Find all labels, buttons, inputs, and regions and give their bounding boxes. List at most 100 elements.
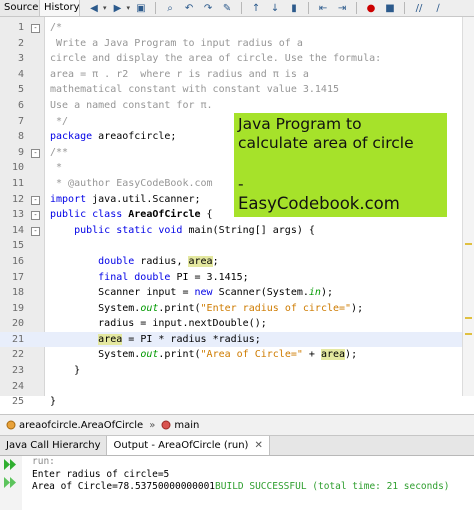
line-number: 17 — [11, 271, 24, 283]
code-token: */ — [50, 115, 69, 127]
code-line[interactable]: 19 System.out.print("Enter radius of cir… — [0, 301, 474, 317]
line-number: 7 — [17, 115, 24, 127]
code-line[interactable]: 5 mathematical constant with constant val… — [0, 82, 474, 98]
code-token: /** — [50, 146, 69, 158]
keyword-token: public class — [50, 209, 123, 221]
code-line[interactable]: 23 } — [0, 363, 474, 379]
breadcrumb-separator: » — [149, 419, 156, 431]
code-token: radius = input.nextDouble(); — [50, 318, 267, 330]
code-line[interactable]: 22 System.out.print("Area of Circle=" + … — [0, 347, 474, 363]
output-console[interactable]: run: Enter radius of circle=5 Area of Ci… — [22, 456, 474, 510]
fold-toggle-icon[interactable]: - — [31, 226, 40, 236]
code-token: .print( — [158, 349, 201, 361]
code-line[interactable]: 16 double radius, area; — [0, 254, 474, 270]
code-text: * — [50, 160, 62, 176]
toolbar-separator — [404, 2, 406, 14]
code-token: = PI * radius *radius; — [122, 333, 261, 345]
find-selection-icon[interactable]: ⌕ — [162, 1, 178, 16]
go-back-icon[interactable]: ◀ — [86, 1, 102, 16]
stop-macro-icon[interactable]: ■ — [382, 1, 398, 16]
code-line[interactable]: 25} — [0, 394, 474, 410]
output-line: Enter radius of circle=5 — [32, 468, 170, 480]
string-token: "Enter radius of circle=" — [200, 302, 352, 314]
line-number: 14 — [11, 224, 24, 236]
code-line[interactable]: 2 Write a Java Program to input radius o… — [0, 36, 474, 52]
code-line[interactable]: 1- /* — [0, 20, 474, 36]
rerun-icon[interactable] — [3, 458, 17, 471]
code-line[interactable]: 17 final double PI = 3.1415; — [0, 270, 474, 286]
code-token: ); — [345, 349, 358, 361]
tab-source[interactable]: Source — [0, 0, 40, 16]
code-token: areaofcircle; — [92, 131, 177, 143]
code-line[interactable]: 20 radius = input.nextDouble(); — [0, 316, 474, 332]
vertical-scrollbar[interactable] — [462, 17, 474, 396]
code-token: * @author EasyCodeBook.com — [50, 177, 213, 189]
code-text: public class AreaOfCircle { — [50, 207, 213, 223]
code-token: circle and display the area of circle. U… — [50, 53, 382, 65]
banner-line-3: - — [238, 175, 244, 193]
tab-history[interactable]: History — [40, 0, 80, 16]
output-line: Area of Circle=78.53750000000001BUILD SU… — [32, 481, 474, 494]
shift-left-icon[interactable]: ⇤ — [315, 1, 331, 16]
code-text: public static void main(String[] args) { — [50, 223, 315, 239]
tab-output[interactable]: Output - AreaOfCircle (run) ✕ — [107, 436, 270, 455]
find-previous-icon[interactable]: ↶ — [181, 1, 197, 16]
code-line[interactable]: 18 Scanner input = new Scanner(System.in… — [0, 285, 474, 301]
previous-bookmark-icon[interactable]: ↑ — [248, 1, 264, 16]
code-editor[interactable]: 1-/* 2 Write a Java Program to input radi… — [0, 17, 474, 407]
start-macro-icon[interactable]: ● — [363, 1, 379, 16]
method-icon — [161, 420, 171, 430]
code-line[interactable]: 6 Use a named constant for π. — [0, 98, 474, 114]
comment-icon[interactable]: // — [411, 1, 427, 16]
code-text: */ — [50, 114, 68, 130]
line-number: 19 — [11, 302, 24, 314]
go-forward-icon[interactable]: ▶ — [110, 1, 126, 16]
dropdown-icon[interactable]: ▾ — [103, 4, 107, 12]
line-number: 6 — [17, 99, 24, 111]
fold-toggle-icon[interactable]: - — [31, 24, 40, 33]
error-stripe-mark[interactable] — [465, 243, 472, 245]
fold-toggle-icon[interactable]: - — [31, 195, 40, 205]
line-number: 25 — [11, 396, 24, 408]
code-line[interactable]: 21 area = PI * radius *radius; — [0, 331, 474, 348]
shift-right-icon[interactable]: ⇥ — [334, 1, 350, 16]
code-line[interactable]: 3 circle and display the area of circle. … — [0, 51, 474, 67]
output-panel-tabs: Java Call Hierarchy Output - AreaOfCircl… — [0, 436, 474, 456]
code-line[interactable]: 15 — [0, 238, 474, 254]
code-text: /** — [50, 145, 68, 161]
rerun-with-params-icon[interactable] — [3, 476, 17, 489]
keyword-token: import — [50, 193, 87, 205]
line-number: 10 — [11, 162, 24, 174]
breadcrumb-method-label: main — [174, 419, 200, 431]
line-number: 18 — [11, 287, 24, 299]
last-edit-icon[interactable]: ▣ — [133, 1, 149, 16]
code-line[interactable]: 24 — [0, 379, 474, 395]
error-stripe-mark[interactable] — [465, 333, 472, 335]
find-next-icon[interactable]: ↷ — [200, 1, 216, 16]
code-line[interactable]: 4 area = π . r2 where r is radius and π i… — [0, 67, 474, 83]
fold-toggle-icon[interactable]: - — [31, 211, 40, 221]
line-number: 3 — [17, 53, 24, 65]
tab-java-call-hierarchy[interactable]: Java Call Hierarchy — [0, 436, 108, 455]
output-result-text: Area of Circle=78.53750000000001 — [32, 481, 216, 492]
next-bookmark-icon[interactable]: ↓ — [267, 1, 283, 16]
code-text: } — [50, 394, 56, 410]
toolbar-separator — [155, 2, 157, 14]
close-icon[interactable]: ✕ — [254, 440, 262, 451]
keyword-token: new — [194, 287, 213, 299]
line-number: 23 — [11, 365, 24, 377]
line-number: 4 — [17, 68, 24, 80]
dropdown-icon[interactable]: ▾ — [127, 4, 131, 12]
code-line[interactable]: 14- public static void main(String[] arg… — [0, 223, 474, 239]
error-stripe-mark[interactable] — [465, 317, 472, 319]
toggle-highlight-icon[interactable]: ✎ — [219, 1, 235, 16]
uncomment-icon[interactable]: ∕ — [430, 1, 446, 16]
title-banner: Java Program to calculate area of circle… — [234, 113, 447, 217]
breadcrumb-class[interactable]: areaofcircle.AreaOfCircle — [6, 420, 143, 431]
code-token: area = π . r2 where r is radius and π is… — [50, 68, 309, 80]
code-text: area = π . r2 where r is radius and π is… — [50, 67, 309, 83]
breadcrumb-method[interactable]: main — [161, 420, 199, 431]
toggle-bookmark-icon[interactable]: ▮ — [286, 1, 302, 16]
fold-toggle-icon[interactable]: - — [31, 148, 40, 158]
